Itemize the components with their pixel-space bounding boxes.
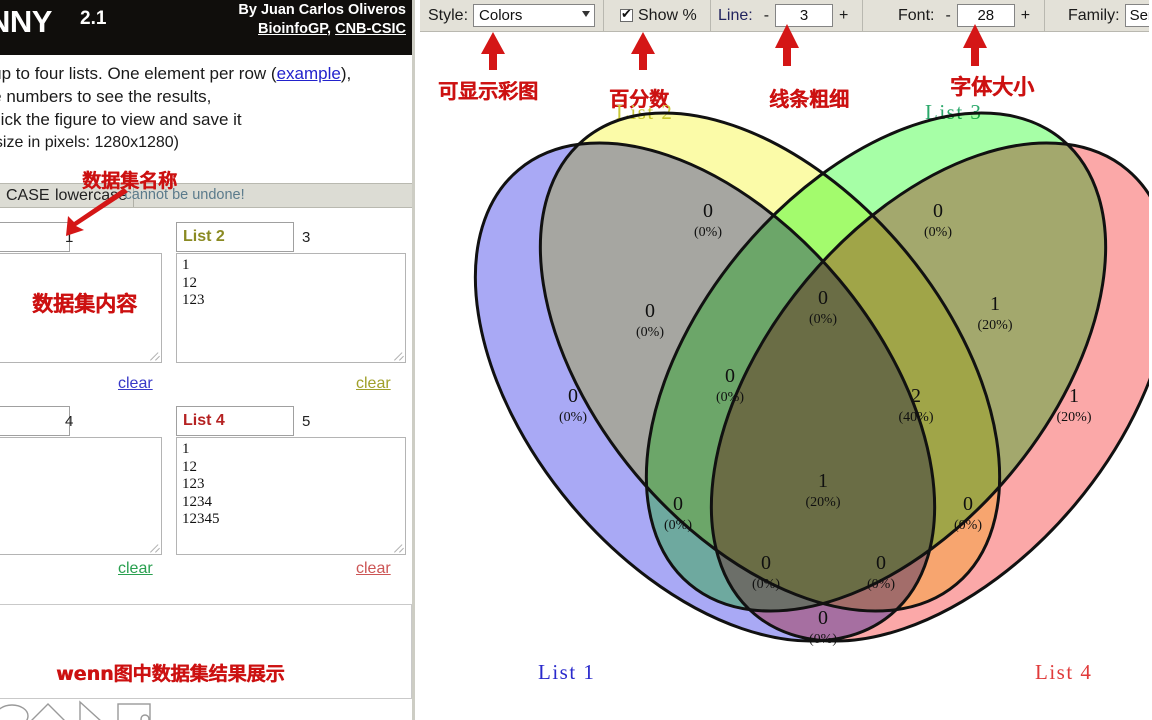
left-form-panel: NNY 2.1 By Juan Carlos Oliveros BioinfoG… (0, 0, 412, 720)
venn-region-count: 2 (911, 385, 921, 407)
font-increment-button[interactable]: + (1015, 7, 1036, 25)
bioinfogp-link[interactable]: BioinfoGP (258, 21, 327, 37)
list4-count: 5 (302, 413, 311, 430)
venn-region-count: 0 (818, 287, 828, 309)
list3-name-input[interactable] (0, 406, 70, 436)
venn-region-count: 0 (703, 200, 713, 222)
venn-region-percent: (0%) (664, 518, 692, 533)
venn-region-count: 0 (568, 385, 578, 407)
app-version: 2.1 (80, 8, 107, 29)
list2-textarea[interactable]: 1 12 123 (176, 253, 406, 363)
family-label: Family: (1068, 6, 1120, 24)
venn-region-percent: (20%) (1057, 410, 1092, 425)
chevron-down-icon (582, 11, 591, 17)
list4-name-input[interactable]: List 4 (176, 406, 294, 436)
venn-region-count: 0 (645, 300, 655, 322)
instruction-line-3: t-click the figure to view and save it (0, 110, 242, 129)
arrow-to-name-field-icon (66, 188, 128, 236)
list2-count: 3 (302, 229, 311, 246)
venn-region-percent: (0%) (716, 390, 744, 405)
affiliation-separator: , (327, 21, 336, 37)
venn-region-count: 0 (963, 493, 973, 515)
cnb-csic-link[interactable]: CNB-CSIC (335, 21, 406, 37)
show-percent-checkbox[interactable] (620, 6, 633, 22)
venn-region-count: 0 (876, 552, 886, 574)
style-select-value: Colors (479, 7, 523, 24)
venn-region-count: 1 (818, 470, 828, 492)
venn-region-count: 0 (761, 552, 771, 574)
font-label: Font: (898, 6, 935, 24)
style-select[interactable]: Colors (473, 4, 596, 27)
venn-region-count: 1 (1069, 385, 1079, 407)
line-decrement-button[interactable]: - (758, 7, 775, 25)
instruction-line-2: the numbers to see the results, (0, 87, 212, 106)
venn-panel: Style: Colors Show % Line: - 3 + Font: -… (420, 0, 1152, 720)
venn-diagram[interactable]: 0 (0%) 0 (0%) 0 (0%) 1 (20%) 0 (0%) 0 (0%) 1 (20%) 0 (0… (420, 32, 1152, 692)
line-increment-button[interactable]: + (833, 7, 854, 25)
show-percent-label: Show % (638, 6, 697, 24)
app-header: NNY 2.1 By Juan Carlos Oliveros BioinfoG… (0, 0, 412, 55)
annotation-result-display: wenn图中数据集结果展示 (56, 663, 285, 685)
list3-clear-link[interactable]: clear (118, 560, 153, 578)
instruction-line-1-tail: ), (340, 64, 352, 83)
venn-region-percent: (0%) (954, 518, 982, 533)
author-credit: By Juan Carlos Oliveros (238, 2, 406, 18)
list4-clear-link[interactable]: clear (356, 560, 391, 578)
venn-region-percent: (0%) (694, 225, 722, 240)
list3-count: 4 (65, 413, 74, 430)
list2-clear-link[interactable]: clear (356, 375, 391, 393)
instructions-block: e up to four lists. One element per row … (0, 62, 412, 154)
venn-region-count: 0 (673, 493, 683, 515)
venn-region-percent: (20%) (978, 318, 1013, 333)
screenshot-root: NNY 2.1 By Juan Carlos Oliveros BioinfoG… (0, 0, 1152, 720)
shape-toolbar-icons[interactable] (0, 700, 190, 720)
instruction-line-1-text: e up to four lists. One element per row … (0, 64, 277, 83)
result-preview-box: wenn图中数据集结果展示 (0, 604, 412, 699)
font-family-input[interactable]: Serif (1124, 4, 1152, 27)
venn-region-percent: (0%) (924, 225, 952, 240)
font-family-group: Family: Serif (1060, 0, 1152, 31)
venn-region-percent: (0%) (752, 577, 780, 592)
venn-region-percent: (20%) (806, 495, 841, 510)
instruction-line-1: e up to four lists. One element per row … (0, 62, 412, 85)
venn-region-percent: (0%) (559, 410, 587, 425)
list1-clear-link[interactable]: clear (118, 375, 153, 393)
instruction-line-4: al size in pixels: 1280x1280) (0, 134, 180, 151)
style-group: Style: Colors (420, 0, 605, 31)
font-decrement-button[interactable]: - (939, 7, 956, 25)
list3-textarea[interactable] (0, 437, 162, 555)
venn-region-count: 1 (990, 293, 1000, 315)
venn-region-count: 0 (818, 607, 828, 629)
venn-region-percent: (0%) (809, 312, 837, 327)
list2-name-input[interactable]: List 2 (176, 222, 294, 252)
example-link[interactable]: example (277, 64, 341, 83)
venn-region-count: 0 (725, 365, 735, 387)
venn-region-percent: (40%) (899, 410, 934, 425)
list4-textarea[interactable]: 1 12 123 1234 12345 (176, 437, 406, 555)
venn-region-percent: (0%) (867, 577, 895, 592)
venn-region-percent: (0%) (636, 325, 664, 340)
affiliation-links: BioinfoGP, CNB-CSIC (258, 21, 406, 37)
venn-ellipse-fills (475, 112, 1152, 642)
app-title: NNY (0, 4, 52, 39)
venn-region-percent: (0%) (809, 632, 837, 647)
line-label: Line: (718, 6, 753, 24)
style-label: Style: (428, 6, 469, 24)
show-percent-group[interactable]: Show % (612, 0, 711, 31)
annotation-dataset-content: 数据集内容 (32, 292, 137, 316)
venn-region-count: 0 (933, 200, 943, 222)
